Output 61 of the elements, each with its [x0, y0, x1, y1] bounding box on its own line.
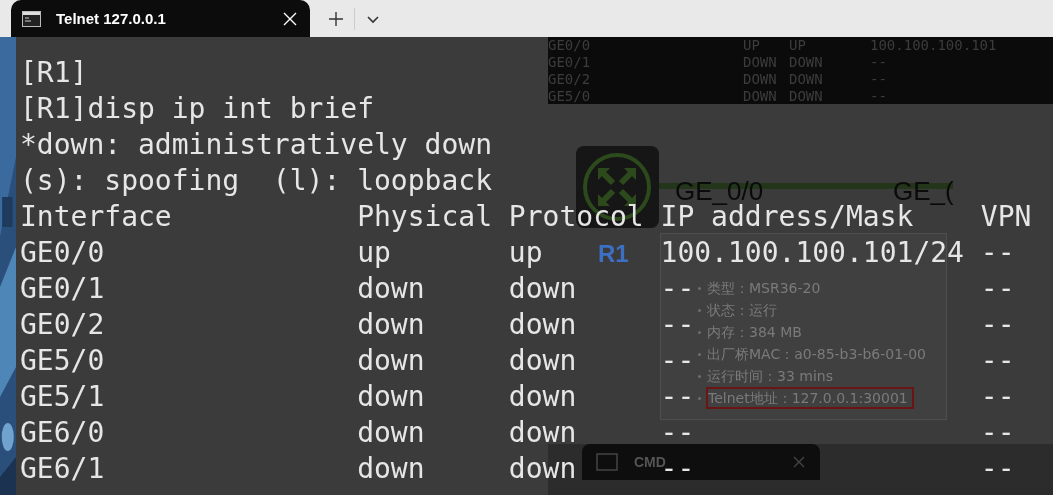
terminal-tab[interactable]: Telnet 127.0.0.1 — [11, 0, 310, 37]
table-cell: -- — [660, 343, 695, 379]
table-cell: GE6/1 — [20, 451, 105, 487]
table-cell: down — [357, 379, 425, 415]
table-cell: -- — [980, 415, 1015, 451]
table-cell: up — [508, 235, 543, 271]
table-cell: -- — [660, 415, 695, 451]
tooltip-line: Telnet地址：127.0.0.1:30001 — [708, 389, 908, 408]
table-cell: down — [357, 415, 425, 451]
table-cell: -- — [980, 451, 1015, 487]
bullet-icon — [698, 308, 701, 312]
bullet-icon — [698, 286, 701, 290]
table-cell: -- — [660, 307, 695, 343]
table-cell: 100.100.100.101/24 — [660, 235, 964, 271]
terminal-line: [R1]disp ip int brief — [20, 91, 374, 127]
table-cell: down — [508, 307, 577, 343]
column-header: Protocol — [508, 199, 644, 235]
column-header: VPN — [980, 199, 1032, 235]
node-label: R1 — [598, 240, 629, 268]
table-cell: -- — [980, 235, 1015, 271]
table-cell: down — [357, 343, 425, 379]
table-cell: down — [508, 415, 577, 451]
table-cell: down — [357, 451, 425, 487]
chevron-down-icon — [366, 13, 380, 24]
bullet-icon — [698, 352, 701, 356]
table-cell-text: -- — [870, 71, 888, 88]
table-cell: down — [508, 343, 577, 379]
tooltip-line: 内存：384 MB — [707, 323, 802, 342]
column-header: Interface — [20, 199, 172, 235]
table-cell: -- — [980, 271, 1015, 307]
terminal-line: (s): spoofing (l): loopback — [20, 163, 492, 199]
table-cell: -- — [660, 271, 695, 307]
terminal-icon — [22, 10, 41, 27]
table-cell: down — [508, 451, 577, 487]
table-cell: down — [357, 271, 425, 307]
table-cell-text: -- — [870, 54, 888, 71]
column-header: Physical — [357, 199, 492, 235]
table-cell: GE0/1 — [20, 271, 105, 307]
tooltip-line: 出厂桥MAC：a0-85-b3-b6-01-00 — [707, 345, 926, 364]
table-cell-text: -- — [870, 88, 888, 105]
bullet-icon — [698, 396, 701, 400]
tooltip-line: 类型：MSR36-20 — [707, 279, 821, 298]
terminal-line: *down: administratively down — [20, 127, 492, 163]
table-cell: -- — [660, 379, 695, 415]
table-cell: -- — [980, 307, 1015, 343]
terminal-icon — [596, 453, 618, 471]
table-cell: -- — [980, 343, 1015, 379]
table-cell: up — [357, 235, 391, 271]
table-cell: GE5/1 — [20, 379, 105, 415]
bullet-icon — [698, 330, 701, 334]
plus-icon — [328, 10, 344, 27]
table-cell: down — [508, 379, 577, 415]
table-cell: down — [508, 271, 577, 307]
terminal-line: [R1] — [20, 55, 88, 91]
table-cell: down — [357, 307, 425, 343]
bullet-icon — [698, 374, 701, 378]
table-cell: -- — [980, 379, 1015, 415]
table-cell: GE6/0 — [20, 415, 105, 451]
table-cell: GE0/2 — [20, 307, 105, 343]
table-cell: GE0/0 — [20, 235, 105, 271]
table-cell: GE5/0 — [20, 343, 105, 379]
